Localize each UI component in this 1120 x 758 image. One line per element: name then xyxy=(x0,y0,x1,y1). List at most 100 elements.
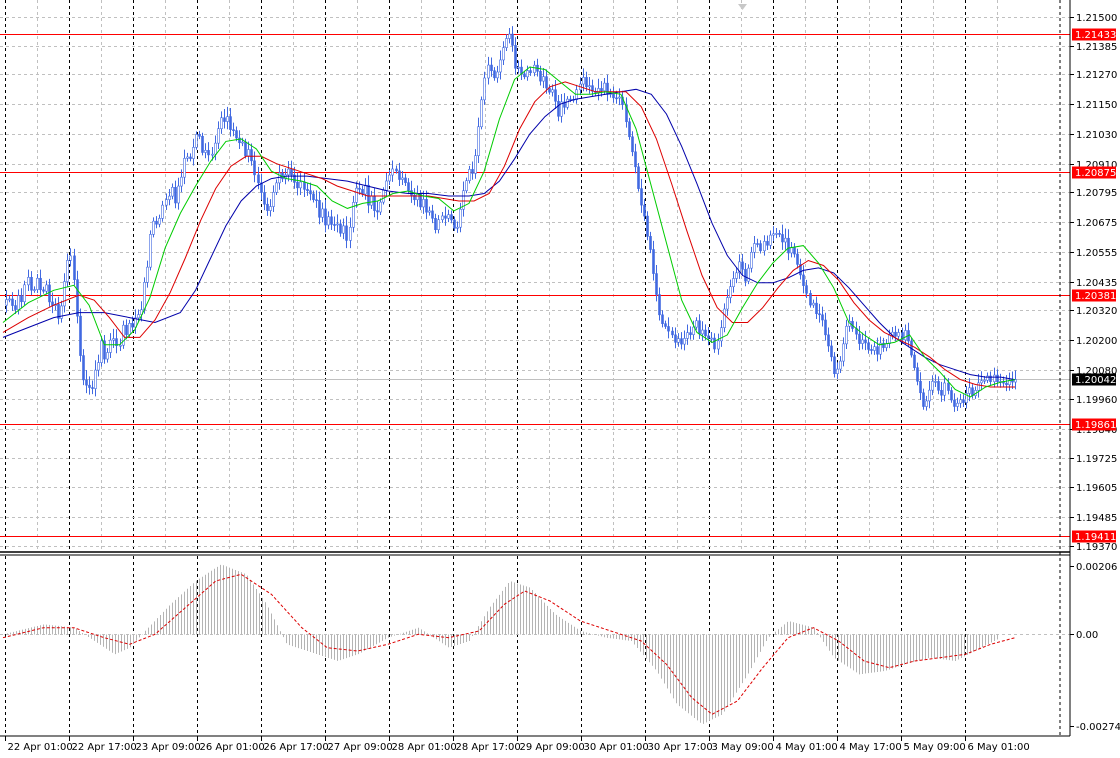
candle-body xyxy=(864,339,867,344)
candle-body xyxy=(741,261,744,270)
candle-body xyxy=(109,339,112,353)
candle-body xyxy=(358,187,361,190)
price-tick-label: 1.20435 xyxy=(1076,278,1117,289)
candle-body xyxy=(272,191,275,207)
candle-body xyxy=(634,151,637,168)
candle-body xyxy=(471,169,474,174)
candle-body xyxy=(155,220,158,225)
candle-body xyxy=(640,188,643,206)
level-label: 1.20875 xyxy=(1075,168,1116,179)
candle-body xyxy=(444,215,447,219)
candle-body xyxy=(569,98,572,101)
candle-body xyxy=(631,136,634,153)
candle-body xyxy=(425,199,428,213)
candle-body xyxy=(664,323,667,327)
candle-body xyxy=(870,349,873,351)
candle-body xyxy=(434,218,437,231)
time-tick-label: 3 May 09:00 xyxy=(712,742,774,753)
candle-body xyxy=(615,97,618,100)
candle-body xyxy=(180,176,183,187)
candle-body xyxy=(913,354,916,368)
candle-body xyxy=(474,155,477,174)
candle-body xyxy=(315,199,318,202)
candle-body xyxy=(48,284,51,303)
price-tick-label: 1.19725 xyxy=(1076,454,1117,465)
candle-body xyxy=(778,233,781,235)
candle-body xyxy=(27,277,30,286)
candle-body xyxy=(266,203,269,211)
candle-body xyxy=(839,360,842,370)
candle-body xyxy=(805,285,808,294)
candle-body xyxy=(361,189,364,195)
candle-body xyxy=(263,192,266,205)
candle-body xyxy=(925,400,928,407)
candle-body xyxy=(588,85,591,88)
candle-body xyxy=(950,390,953,401)
candle-body xyxy=(296,181,299,189)
candle-body xyxy=(379,201,382,213)
candle-body xyxy=(763,241,766,252)
candle-body xyxy=(692,326,695,335)
candle-body xyxy=(125,324,128,335)
candle-body xyxy=(211,153,214,156)
candle-body xyxy=(637,166,640,189)
candle-body xyxy=(674,334,677,343)
candle-body xyxy=(189,156,192,159)
candle-body xyxy=(257,174,260,184)
candle-body xyxy=(968,387,971,394)
level-label: 1.20381 xyxy=(1075,291,1116,302)
current-price-label: 1.20042 xyxy=(1072,373,1116,386)
level-label: 1.19861 xyxy=(1075,420,1116,431)
candle-body xyxy=(818,313,821,316)
candle-body xyxy=(487,64,490,79)
candle-body xyxy=(244,141,247,157)
candle-body xyxy=(686,332,689,339)
candle-body xyxy=(17,295,20,310)
time-tick-label: 4 May 01:00 xyxy=(776,742,838,753)
candle-body xyxy=(683,338,686,345)
candle-body xyxy=(398,170,401,180)
candle-body xyxy=(143,282,146,311)
candle-body xyxy=(698,320,701,335)
price-tick-label: 1.19960 xyxy=(1076,395,1117,406)
candle-body xyxy=(171,187,174,197)
osc-tick-label: -0.002743 xyxy=(1076,722,1120,733)
candle-body xyxy=(867,342,870,350)
candle-body xyxy=(174,187,177,204)
candle-body xyxy=(953,399,956,407)
candle-body xyxy=(287,168,290,176)
candle-body xyxy=(922,392,925,407)
time-tick-label: 22 Apr 01:00 xyxy=(8,742,73,753)
price-tick-label: 1.21385 xyxy=(1076,42,1117,53)
candle-body xyxy=(499,59,502,73)
time-tick-label: 26 Apr 01:00 xyxy=(200,742,265,753)
candle-body xyxy=(441,215,444,221)
candle-body xyxy=(220,117,223,130)
candle-body xyxy=(158,218,161,225)
candle-body xyxy=(269,206,272,211)
candle-body xyxy=(523,73,526,78)
time-tick-label: 6 May 01:00 xyxy=(968,742,1030,753)
candle-body xyxy=(649,236,652,250)
time-tick-label: 28 Apr 17:00 xyxy=(456,742,521,753)
candle-body xyxy=(465,180,468,192)
candle-body xyxy=(511,33,514,46)
candle-body xyxy=(186,156,189,159)
candle-body xyxy=(876,346,879,355)
candle-body xyxy=(766,241,769,246)
candle-body xyxy=(217,128,220,144)
candle-body xyxy=(5,299,8,306)
candle-body xyxy=(30,277,33,291)
candle-body xyxy=(996,374,999,382)
candle-body xyxy=(775,233,778,235)
candle-body xyxy=(836,368,839,374)
candle-body xyxy=(956,402,959,407)
candle-body xyxy=(66,260,69,282)
candle-body xyxy=(600,88,603,92)
price-tick-label: 1.21270 xyxy=(1076,70,1117,81)
candle-body xyxy=(667,326,670,332)
candle-body xyxy=(401,177,404,180)
trading-chart[interactable]: 1.215001.213851.212701.211501.210301.209… xyxy=(0,0,1120,758)
candle-body xyxy=(710,337,713,340)
candle-body xyxy=(201,135,204,153)
